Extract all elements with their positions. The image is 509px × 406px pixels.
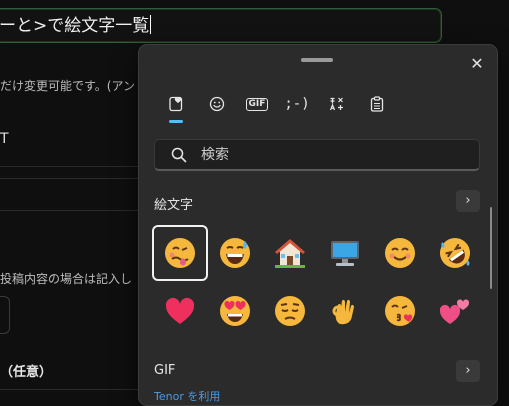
tab-emoji[interactable] (197, 91, 237, 117)
optional-label: （任意） (0, 365, 53, 380)
emoji-rofl[interactable] (428, 226, 482, 280)
clipboard-icon (370, 96, 384, 112)
tab-clipboard[interactable] (357, 91, 397, 117)
emoji-pensive-face[interactable] (263, 284, 317, 338)
scrollbar[interactable] (490, 207, 492, 289)
kaomoji-icon: ;-) (284, 96, 310, 112)
emoji-house[interactable] (263, 226, 317, 280)
tab-symbols[interactable] (317, 91, 357, 117)
tenor-link[interactable]: Tenor を利用 (154, 388, 220, 404)
emoji-panel: ✕ GIF ;-) 検索 絵文字 › GIF › Tenor を利用 (138, 44, 498, 406)
divider (0, 389, 150, 390)
emoji-heart-eyes[interactable] (208, 284, 262, 338)
emoji-grinning-sweat[interactable] (208, 226, 262, 280)
emoji-section-title: 絵文字 (154, 198, 194, 213)
emoji-face-blowing-kiss[interactable] (373, 284, 427, 338)
symbols-icon (329, 97, 343, 111)
divider (0, 166, 150, 167)
panel-tabs: GIF ;-) (157, 91, 397, 123)
emoji-two-hearts[interactable] (428, 284, 482, 338)
background-field-box[interactable] (0, 296, 10, 334)
gif-icon: GIF (245, 97, 269, 111)
emoji-red-heart[interactable] (153, 284, 207, 338)
tab-kaomoji[interactable]: ;-) (277, 91, 317, 117)
smiley-icon (209, 96, 225, 112)
search-box[interactable] (154, 139, 480, 171)
tab-recent[interactable] (157, 91, 197, 123)
recent-heart-icon (169, 96, 183, 112)
emoji-smiling-face[interactable] (373, 226, 427, 280)
drag-handle[interactable] (301, 58, 333, 62)
emoji-woozy-face[interactable] (152, 225, 208, 281)
emoji-section-more-button[interactable]: › (456, 190, 480, 212)
divider (0, 210, 150, 211)
close-button[interactable]: ✕ (466, 53, 488, 75)
emoji-desktop-computer[interactable] (318, 226, 372, 280)
emoji-ok-hand[interactable] (318, 284, 372, 338)
gif-section-title: GIF (154, 363, 176, 378)
background-input-text: ーと>で絵文字一覧 (0, 16, 150, 36)
search-input[interactable] (199, 145, 453, 164)
background-help-text: だけ変更可能です。(アン (0, 79, 136, 93)
gif-section-more-button[interactable]: › (456, 360, 480, 382)
active-tab-indicator (169, 120, 183, 123)
text-caret (150, 15, 152, 34)
background-field-value: T (0, 131, 9, 147)
search-icon (171, 147, 187, 162)
divider (0, 178, 150, 179)
background-text-input[interactable]: ーと>で絵文字一覧 (0, 8, 442, 43)
background-help-text-2: 投稿内容の場合は記入し (0, 272, 133, 286)
tab-gif[interactable]: GIF (237, 91, 277, 117)
